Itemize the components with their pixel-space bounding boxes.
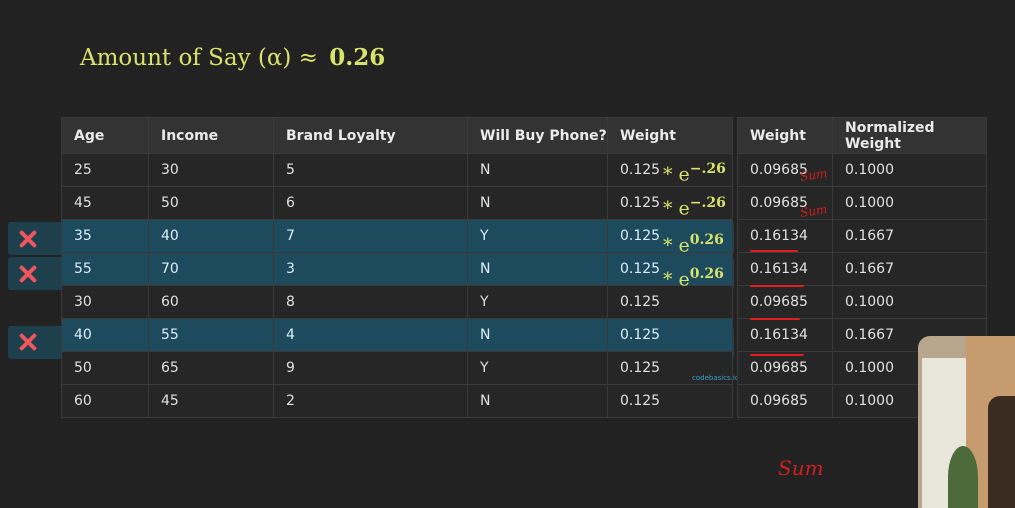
page-title: Amount of Say (α) ≈ 0.26: [80, 44, 385, 71]
ink-underline: [750, 250, 798, 252]
multiplier-base: * e: [663, 268, 690, 291]
cell-income: 65: [148, 351, 274, 385]
table-row: 0.09685 0.1000: [737, 285, 987, 319]
column-header-brand-loyalty: Brand Loyalty: [273, 117, 468, 154]
table-row-misclassified: 55 70 3 N 0.125: [61, 252, 733, 286]
cell-weight: 0.09685: [737, 285, 833, 319]
table-row-misclassified: 40 55 4 N 0.125: [61, 318, 733, 352]
presenter-webcam: [918, 336, 1015, 508]
cell-weight: 0.09685: [737, 351, 833, 385]
table-row: 0.16134 0.1667: [737, 252, 987, 286]
cell-brand-loyalty: 5: [273, 153, 468, 187]
ink-underline: [750, 354, 804, 356]
cell-normalized-weight: 0.1667: [832, 252, 987, 286]
weight-multiplier: * e0.26: [663, 232, 724, 256]
column-header-will-buy: Will Buy Phone?: [467, 117, 608, 154]
cell-weight: 0.16134: [737, 318, 833, 352]
column-header-weight: Weight: [607, 117, 733, 154]
watermark: codebasics.io: [692, 374, 740, 382]
cell-income: 55: [148, 318, 274, 352]
ink-underline: [750, 318, 800, 320]
cell-brand-loyalty: 4: [273, 318, 468, 352]
cell-age: 55: [61, 252, 149, 286]
cell-will-buy: Y: [467, 351, 608, 385]
weight-multiplier: * e0.26: [663, 266, 724, 290]
ink-sum-label: Sum: [778, 456, 824, 480]
cell-brand-loyalty: 8: [273, 285, 468, 319]
cell-brand-loyalty: 7: [273, 219, 468, 253]
column-header-income: Income: [148, 117, 274, 154]
cell-age: 30: [61, 285, 149, 319]
cell-income: 40: [148, 219, 274, 253]
table-row: 45 50 6 N 0.125: [61, 186, 733, 220]
multiplier-base: * e: [663, 234, 690, 257]
cell-will-buy: Y: [467, 219, 608, 253]
weight-multiplier: * e−.26: [663, 195, 726, 219]
title-label: Amount of Say (α) ≈: [80, 45, 318, 71]
cell-normalized-weight: 0.1000: [832, 153, 987, 187]
table-row: 60 45 2 N 0.125: [61, 384, 733, 418]
cell-will-buy: N: [467, 153, 608, 187]
table-row: 25 30 5 N 0.125: [61, 153, 733, 187]
cell-age: 25: [61, 153, 149, 187]
cell-normalized-weight: 0.1667: [832, 219, 987, 253]
webcam-plant: [948, 446, 978, 508]
cell-age: 50: [61, 351, 149, 385]
data-table: Age Income Brand Loyalty Will Buy Phone?…: [61, 117, 733, 418]
table-row-misclassified: 35 40 7 Y 0.125: [61, 219, 733, 253]
cell-weight: 0.125: [607, 384, 733, 418]
cell-will-buy: N: [467, 252, 608, 286]
multiplier-exponent: −.26: [689, 161, 726, 177]
cell-age: 60: [61, 384, 149, 418]
table-row: 0.09685 0.1000: [737, 186, 987, 220]
multiplier-base: * e: [663, 197, 690, 220]
column-header-age: Age: [61, 117, 149, 154]
cell-will-buy: N: [467, 318, 608, 352]
weight-multiplier: * e−.26: [663, 161, 726, 185]
table-row: 50 65 9 Y 0.125: [61, 351, 733, 385]
cell-normalized-weight: 0.1000: [832, 186, 987, 220]
cell-age: 35: [61, 219, 149, 253]
cell-income: 30: [148, 153, 274, 187]
cell-will-buy: N: [467, 186, 608, 220]
cell-weight: 0.09685: [737, 384, 833, 418]
cell-income: 45: [148, 384, 274, 418]
table-row: 0.09685 0.1000: [737, 153, 987, 187]
cell-brand-loyalty: 3: [273, 252, 468, 286]
x-mark-icon: [17, 331, 39, 353]
column-header-weight: Weight: [737, 117, 833, 154]
webcam-person: [988, 396, 1015, 508]
x-mark-icon: [17, 263, 39, 285]
table-header-row: Age Income Brand Loyalty Will Buy Phone?…: [61, 117, 733, 154]
cell-will-buy: N: [467, 384, 608, 418]
cell-weight: 0.125: [607, 285, 733, 319]
column-header-normalized-weight: Normalized Weight: [832, 117, 987, 154]
cell-brand-loyalty: 2: [273, 384, 468, 418]
cell-normalized-weight: 0.1000: [832, 285, 987, 319]
cell-weight: 0.125: [607, 318, 733, 352]
cell-age: 40: [61, 318, 149, 352]
cell-will-buy: Y: [467, 285, 608, 319]
cell-income: 70: [148, 252, 274, 286]
ink-underline: [750, 285, 804, 287]
table-row: 30 60 8 Y 0.125: [61, 285, 733, 319]
cell-income: 60: [148, 285, 274, 319]
cell-weight: 0.16134: [737, 252, 833, 286]
cell-age: 45: [61, 186, 149, 220]
x-mark-icon: [17, 228, 39, 250]
multiplier-base: * e: [663, 163, 690, 186]
cell-income: 50: [148, 186, 274, 220]
cell-brand-loyalty: 6: [273, 186, 468, 220]
multiplier-exponent: 0.26: [689, 266, 724, 282]
cell-weight: 0.16134: [737, 219, 833, 253]
table-header-row: Weight Normalized Weight: [737, 117, 987, 154]
multiplier-exponent: 0.26: [689, 232, 724, 248]
multiplier-exponent: −.26: [689, 195, 726, 211]
table-row: 0.16134 0.1667: [737, 219, 987, 253]
cell-brand-loyalty: 9: [273, 351, 468, 385]
title-value: 0.26: [329, 44, 386, 71]
